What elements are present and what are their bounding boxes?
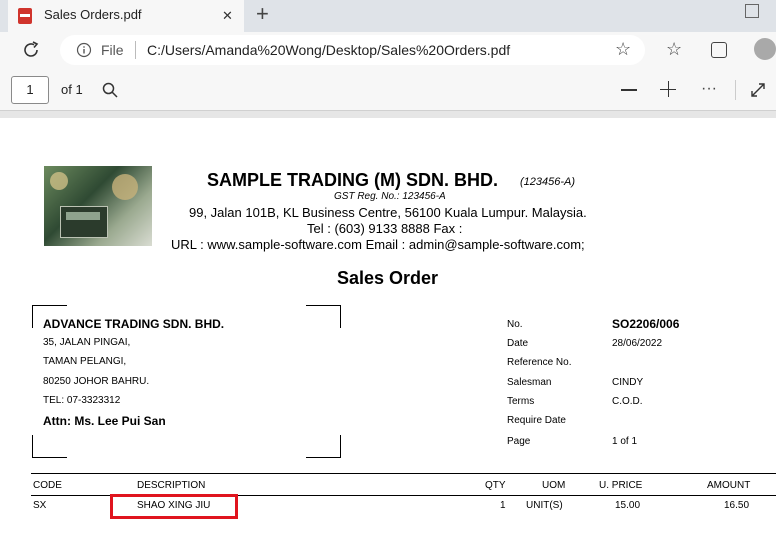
col-header-amount: AMOUNT (707, 480, 751, 491)
fullscreen-icon[interactable] (750, 82, 766, 98)
company-logo (44, 166, 152, 246)
info-label: Date (507, 338, 529, 349)
toolbar-divider (735, 80, 736, 100)
page-count: of 1 (61, 82, 83, 97)
col-header-description: DESCRIPTION (137, 480, 206, 491)
tab-close-icon[interactable]: ✕ (222, 8, 233, 24)
col-header-uom: UOM (542, 480, 566, 491)
new-tab-icon[interactable]: + (256, 3, 269, 25)
cell-code: SX (33, 500, 47, 511)
terms-value: C.O.D. (612, 396, 643, 407)
address-bracket-bottom-right (306, 435, 341, 458)
address-bracket-bottom-left (32, 435, 67, 458)
table-top-rule (31, 473, 776, 474)
company-contact: URL : www.sample-software.com Email : ad… (171, 237, 585, 252)
gst-number: GST Reg. No.: 123456-A (334, 191, 446, 202)
refresh-icon[interactable] (21, 40, 41, 60)
url-path[interactable]: C:/Users/Amanda%20Wong/Desktop/Sales%20O… (147, 42, 510, 58)
url-divider (135, 41, 136, 59)
page-value: 1 of 1 (612, 436, 638, 447)
profile-avatar[interactable] (754, 38, 776, 60)
customer-address-line: 35, JALAN PINGAI, (43, 337, 131, 348)
customer-name: ADVANCE TRADING SDN. BHD. (43, 317, 225, 331)
document-top-margin (0, 111, 776, 118)
address-bracket-top-right (306, 305, 341, 328)
salesman-value: CINDY (612, 377, 644, 388)
cell-qty: 1 (500, 500, 506, 511)
customer-address-line: TAMAN PELANGI, (43, 356, 127, 367)
browser-tab[interactable]: Sales Orders.pdf ✕ (8, 0, 244, 32)
order-number: SO2206/006 (612, 317, 680, 331)
info-label: Page (507, 436, 531, 447)
company-phone: Tel : (603) 9133 8888 Fax : (307, 221, 463, 236)
pdf-file-icon (18, 8, 32, 24)
company-name: SAMPLE TRADING (M) SDN. BHD. (207, 170, 498, 190)
more-options-icon[interactable]: ··· (701, 80, 717, 98)
cell-amount: 16.50 (724, 500, 750, 511)
customer-phone: TEL: 07-3323312 (43, 395, 121, 406)
document-title: Sales Order (337, 268, 439, 288)
info-label: Require Date (507, 415, 566, 426)
info-label: No. (507, 319, 523, 330)
cell-uom: UNIT(S) (526, 500, 563, 511)
order-date: 28/06/2022 (612, 338, 663, 349)
info-label: Terms (507, 396, 535, 407)
url-scheme: File (101, 42, 124, 58)
tab-title: Sales Orders.pdf (44, 7, 142, 22)
description-highlight-box (110, 494, 238, 519)
page-number-input[interactable]: 1 (11, 76, 49, 104)
favorites-icon[interactable]: ☆ (666, 40, 682, 58)
add-favorite-icon[interactable]: ☆ (615, 40, 631, 58)
collections-icon[interactable] (711, 42, 727, 58)
info-label: Salesman (507, 377, 552, 388)
address-bar[interactable]: File C:/Users/Amanda%20Wong/Desktop/Sale… (60, 35, 645, 65)
search-icon[interactable] (102, 82, 118, 98)
col-header-code: CODE (33, 480, 62, 491)
info-icon[interactable] (76, 42, 92, 58)
col-header-qty: QTY (485, 480, 506, 491)
zoom-out-icon[interactable] (621, 89, 637, 91)
company-address: 99, Jalan 101B, KL Business Centre, 5610… (189, 205, 587, 220)
customer-attention: Attn: Ms. Lee Pui San (43, 414, 166, 428)
customer-address-line: 80250 JOHOR BAHRU. (43, 376, 150, 387)
cell-price: 15.00 (615, 500, 641, 511)
info-label: Reference No. (507, 357, 572, 368)
minimize-icon[interactable] (745, 4, 759, 18)
company-reg: (123456-A) (520, 176, 576, 188)
col-header-price: U. PRICE (599, 480, 643, 491)
zoom-in-icon[interactable] (660, 81, 676, 97)
